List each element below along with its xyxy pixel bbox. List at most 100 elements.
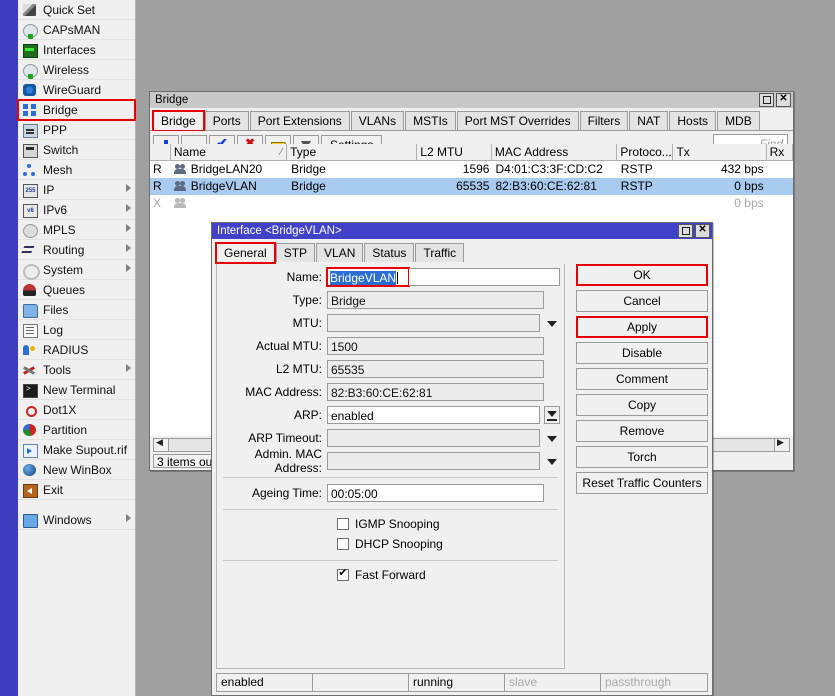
sidebar-item-new-winbox[interactable]: New WinBox (18, 460, 135, 480)
tab-vlan[interactable]: VLAN (316, 243, 364, 262)
arp-select-value[interactable]: enabled (327, 405, 540, 424)
column-header-rx[interactable]: Rx (766, 144, 793, 160)
close-button[interactable]: ✕ (776, 93, 791, 107)
column-header-type[interactable]: Type (287, 144, 418, 160)
tab-filters[interactable]: Filters (579, 111, 629, 130)
sidebar-item-queues[interactable]: Queues (18, 280, 135, 300)
sidebar-item-radius[interactable]: RADIUS (18, 340, 135, 360)
admin-mac-input[interactable] (327, 451, 540, 470)
column-header-mac-address[interactable]: MAC Address (491, 144, 618, 160)
sidebar-item-wireless[interactable]: Wireless (18, 60, 135, 80)
copy-button[interactable]: Copy (576, 394, 708, 416)
mtu-input[interactable] (327, 313, 540, 332)
sidebar-item-switch[interactable]: Switch (18, 140, 135, 160)
close-button[interactable]: ✕ (695, 224, 710, 238)
column-header-flag[interactable] (150, 144, 171, 160)
name-input-field[interactable]: BridgeVLAN (326, 266, 410, 287)
checkbox-row-dhcp-snooping[interactable]: DHCP Snooping (217, 534, 564, 554)
sidebar-item-new-terminal[interactable]: New Terminal (18, 380, 135, 400)
chevron-down-icon[interactable] (544, 452, 560, 470)
switch-icon (22, 143, 38, 158)
maximize-button[interactable] (678, 224, 693, 238)
sidebar-item-ipv6[interactable]: v6 IPv6 (18, 200, 135, 220)
tab-status[interactable]: Status (364, 243, 415, 262)
name-input-remainder[interactable] (409, 267, 560, 286)
sidebar-item-tools[interactable]: Tools (18, 360, 135, 380)
sidebar-item-ip[interactable]: 255 IP (18, 180, 135, 200)
table-header-row[interactable]: Name ⁄ Type L2 MTU MAC Address Protoco...… (150, 144, 793, 161)
tab-nat[interactable]: NAT (629, 111, 669, 130)
mtu-label: MTU: (292, 315, 322, 330)
column-header-name[interactable]: Name ⁄ (170, 144, 288, 160)
column-header-protocol[interactable]: Protoco... (617, 144, 674, 160)
column-header-l2mtu[interactable]: L2 MTU (417, 144, 492, 160)
scroll-left-icon[interactable] (154, 437, 169, 451)
bridge-tab-strip[interactable]: Bridge Ports Port Extensions VLANs MSTIs Port… (150, 108, 793, 132)
sidebar-item-wireguard[interactable]: WireGuard (18, 80, 135, 100)
ageing-time-input[interactable]: 00:05:00 (327, 483, 544, 502)
tab-traffic[interactable]: Traffic (415, 243, 465, 262)
name-input[interactable]: BridgeVLAN (326, 266, 560, 287)
cell-rx (767, 161, 793, 178)
tab-ports[interactable]: Ports (204, 111, 249, 130)
checkbox-igmp-snooping[interactable] (337, 518, 349, 530)
tab-mstis[interactable]: MSTIs (405, 111, 456, 130)
mac-address-value: 82:B3:60:CE:62:81 (327, 382, 544, 401)
table-row[interactable]: R BridgeVLAN Bridge 65535 82:B3:60:CE:62:81 R… (150, 178, 793, 195)
sidebar-item-capsman[interactable]: CAPsMAN (18, 20, 135, 40)
sidebar-item-partition[interactable]: Partition (18, 420, 135, 440)
chevron-down-icon[interactable] (544, 429, 560, 447)
disable-button[interactable]: Disable (576, 342, 708, 364)
tab-hosts[interactable]: Hosts (669, 111, 717, 130)
sidebar-item-make-supout-rif[interactable]: Make Supout.rif (18, 440, 135, 460)
checkbox-row-igmp-snooping[interactable]: IGMP Snooping (217, 514, 564, 534)
tab-port-extensions[interactable]: Port Extensions (249, 111, 350, 130)
capsman-icon (22, 23, 38, 39)
sidebar-item-log[interactable]: Log (18, 320, 135, 340)
checkbox-row-fast-forward[interactable]: Fast Forward (217, 565, 564, 585)
chevron-down-icon[interactable] (544, 314, 560, 332)
sidebar-item-mesh[interactable]: Mesh (18, 160, 135, 180)
sidebar-item-exit[interactable]: Exit (18, 480, 135, 500)
sidebar-item-windows[interactable]: Windows (18, 510, 135, 530)
cancel-button[interactable]: Cancel (576, 290, 708, 312)
arp-timeout-input[interactable] (327, 428, 540, 447)
sidebar-item-ppp[interactable]: PPP (18, 120, 135, 140)
tab-vlans[interactable]: VLANs (350, 111, 405, 130)
tab-stp[interactable]: STP (275, 243, 316, 262)
interface-tab-strip[interactable]: General STP VLAN Status Traffic (212, 239, 712, 264)
sidebar-item-quick-set[interactable]: Quick Set (18, 0, 135, 20)
interface-dialog-buttons[interactable]: OK Cancel Apply Disable Comment Copy Remove Tor… (576, 264, 708, 498)
interface-dialog-titlebar[interactable]: Interface <BridgeVLAN> ✕ (212, 223, 712, 239)
apply-button[interactable]: Apply (576, 316, 708, 338)
tab-port-mst-overrides[interactable]: Port MST Overrides (456, 111, 579, 130)
sidebar-item-bridge[interactable]: Bridge (17, 99, 136, 121)
ok-button[interactable]: OK (576, 264, 708, 286)
sidebar-item-files[interactable]: Files (18, 300, 135, 320)
interface-dialog[interactable]: Interface <BridgeVLAN> ✕ General STP VLAN S… (211, 222, 713, 696)
sidebar-item-mpls[interactable]: MPLS (18, 220, 135, 240)
field-row-l2-mtu: L2 MTU: 65535 (217, 358, 564, 379)
comment-button[interactable]: Comment (576, 368, 708, 390)
sidebar-item-interfaces[interactable]: Interfaces (18, 40, 135, 60)
sidebar-item-label: New Terminal (43, 382, 116, 397)
tab-mdb[interactable]: MDB (717, 111, 760, 130)
tab-general[interactable]: General (215, 242, 276, 264)
sidebar-item-routing[interactable]: Routing (18, 240, 135, 260)
table-row[interactable]: R BridgeLAN20 Bridge 1596 D4:01:C3:3F:CD:C2 R… (150, 161, 793, 178)
column-header-tx[interactable]: Tx (673, 144, 767, 160)
bridge-window-titlebar[interactable]: Bridge ✕ (150, 92, 793, 108)
torch-button[interactable]: Torch (576, 446, 708, 468)
table-row[interactable]: X 0 bps (150, 195, 793, 212)
sidebar-item-dot1x[interactable]: Dot1X (18, 400, 135, 420)
scroll-right-icon[interactable] (774, 437, 789, 451)
tab-bridge[interactable]: Bridge (152, 110, 205, 132)
cell-protocol: RSTP (620, 179, 653, 193)
reset-traffic-counters-button[interactable]: Reset Traffic Counters (576, 472, 708, 494)
sidebar-item-system[interactable]: System (18, 260, 135, 280)
maximize-button[interactable] (759, 93, 774, 107)
dropdown-arrow-icon[interactable] (544, 405, 560, 424)
remove-button[interactable]: Remove (576, 420, 708, 442)
checkbox-fast-forward[interactable] (337, 566, 349, 581)
checkbox-dhcp-snooping[interactable] (337, 538, 349, 550)
